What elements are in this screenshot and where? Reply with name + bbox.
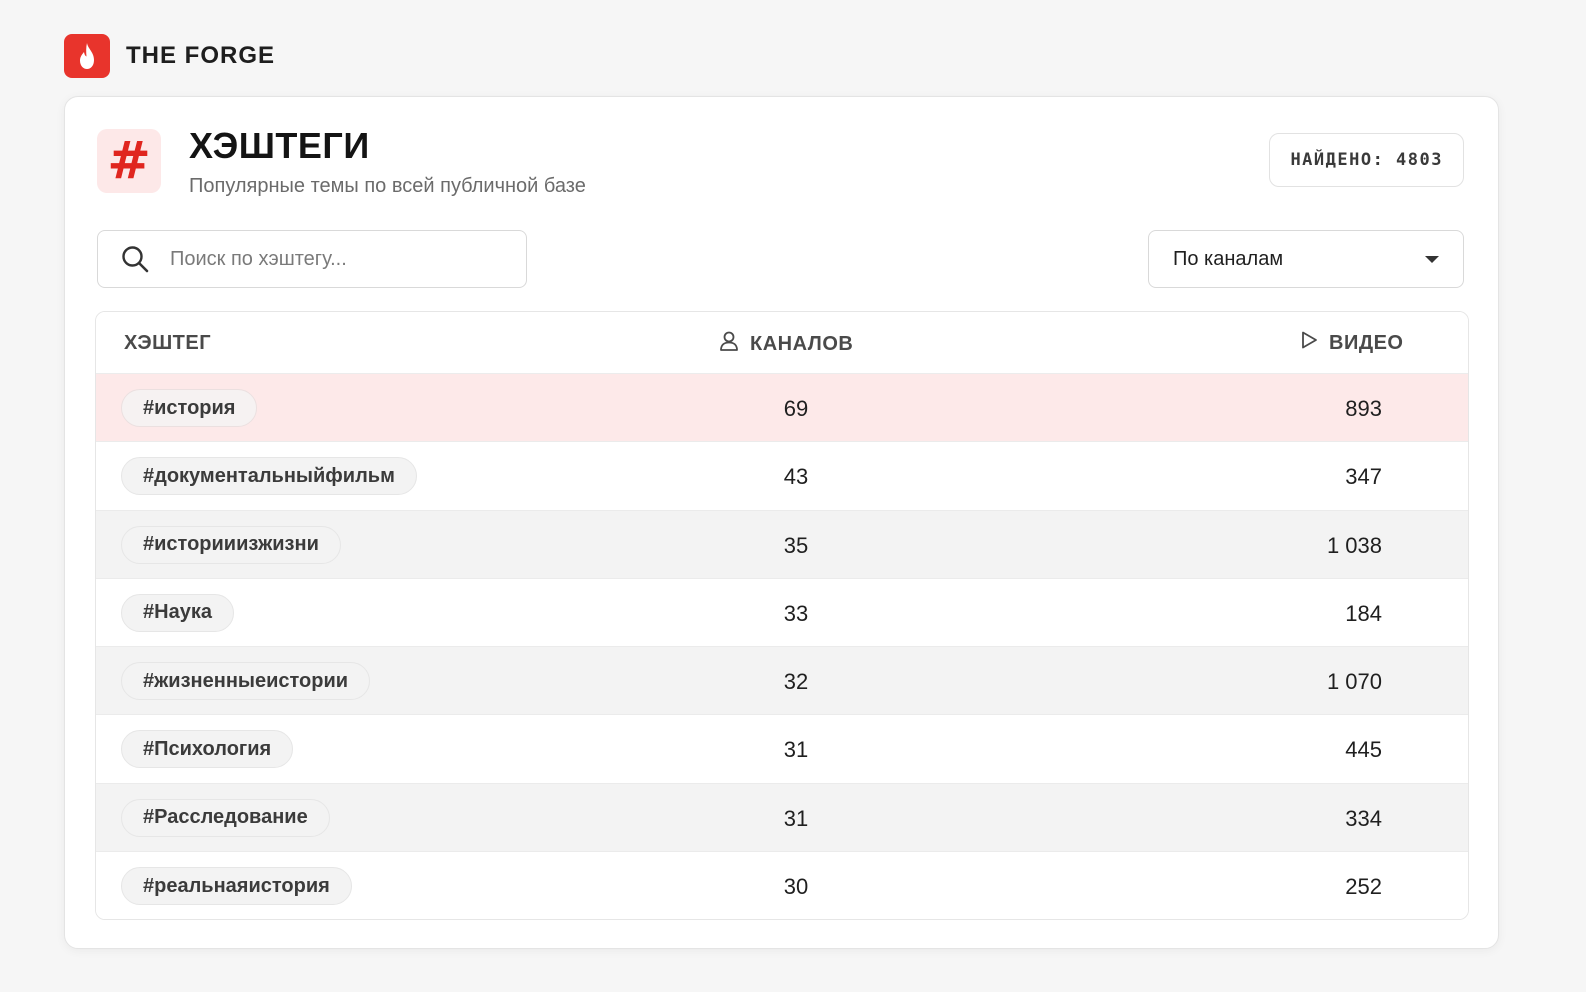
channels-count: 30 [783, 874, 809, 900]
channels-count: 33 [783, 600, 809, 626]
hashtag-chip[interactable]: #Психология [121, 730, 294, 769]
page-title: ХЭШТЕГИ [189, 125, 370, 166]
sort-dropdown-value: По каналам [1173, 247, 1284, 270]
table-row[interactable]: #Расследование 31 334 [96, 783, 1468, 853]
table-row[interactable]: #история 69 893 [96, 374, 1468, 443]
hashtag-icon: # [97, 129, 161, 193]
hashtag-chip[interactable]: #документальныйфильм [121, 457, 417, 496]
chevron-down-icon [1425, 255, 1439, 263]
channels-count: 35 [783, 532, 809, 558]
channels-count: 32 [783, 669, 809, 695]
hashtag-chip[interactable]: #история [121, 389, 258, 427]
brand[interactable]: THE FORGE [64, 34, 275, 78]
channels-count: 31 [783, 805, 809, 831]
user-icon [718, 330, 740, 358]
search-box[interactable] [97, 230, 527, 288]
play-icon [1299, 330, 1319, 356]
hashtag-chip[interactable]: #реальнаяистория [121, 867, 352, 906]
videos-count: 893 [1345, 396, 1382, 421]
videos-count: 334 [1345, 805, 1382, 831]
sort-dropdown[interactable]: По каналам [1148, 230, 1464, 288]
hashtag-chip[interactable]: #Наука [121, 593, 234, 632]
videos-count: 184 [1345, 600, 1382, 626]
table-row[interactable]: #жизненныеистории 32 1 070 [96, 647, 1468, 716]
table-row[interactable]: #документальныйфильм 43 347 [96, 442, 1468, 511]
channels-count: 69 [783, 396, 809, 421]
search-input[interactable] [170, 247, 510, 271]
flame-icon [64, 34, 110, 78]
table-row[interactable]: #Наука 33 184 [96, 578, 1468, 648]
page-subtitle: Популярные темы по всей публичной базе [189, 175, 586, 197]
videos-count: 252 [1345, 874, 1382, 900]
table-header: ХЭШТЕГ КАНАЛОВ ВИДЕО [96, 312, 1468, 374]
brand-name: THE FORGE [126, 42, 276, 69]
search-icon [120, 244, 150, 274]
table-row[interactable]: #Психология 31 445 [96, 715, 1468, 784]
videos-count: 347 [1345, 464, 1382, 490]
videos-count: 445 [1345, 737, 1382, 763]
table-row[interactable]: #историиизжизни 35 1 038 [96, 510, 1468, 579]
column-header-channels-label: КАНАЛОВ [750, 332, 854, 355]
channels-count: 43 [783, 464, 809, 490]
channels-count: 31 [783, 737, 809, 763]
hashtags-table: ХЭШТЕГ КАНАЛОВ ВИДЕО #история 69 893 #до… [95, 311, 1469, 920]
column-header-videos[interactable]: ВИДЕО [1299, 330, 1403, 356]
found-count-badge: НАЙДЕНО: 4803 [1269, 133, 1464, 187]
videos-count: 1 070 [1326, 669, 1382, 695]
hashtags-card: # ХЭШТЕГИ Популярные темы по всей публич… [64, 96, 1499, 949]
table-row[interactable]: #реальнаяистория 30 252 [96, 852, 1468, 919]
column-header-videos-label: ВИДЕО [1329, 331, 1404, 354]
videos-count: 1 038 [1326, 532, 1382, 558]
column-header-channels[interactable]: КАНАЛОВ [718, 330, 853, 358]
column-header-hashtag[interactable]: ХЭШТЕГ [124, 332, 211, 355]
hashtag-chip[interactable]: #жизненныеистории [121, 662, 371, 701]
hashtag-chip[interactable]: #Расследование [121, 798, 330, 837]
table-body: #история 69 893 #документальныйфильм 43 … [96, 374, 1468, 919]
hashtag-chip[interactable]: #историиизжизни [121, 525, 341, 564]
